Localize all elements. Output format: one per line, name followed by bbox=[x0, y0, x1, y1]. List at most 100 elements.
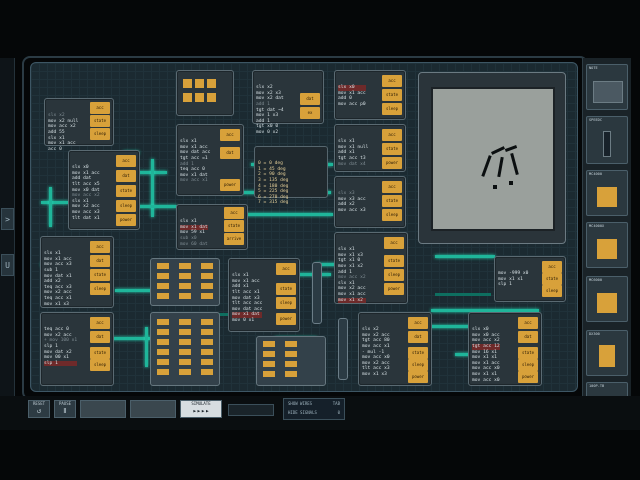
sidebar-item-note[interactable]: NOTE bbox=[586, 64, 628, 110]
left-rail-collapse-button[interactable]: U bbox=[1, 254, 14, 276]
microcontroller-node[interactable]: slx x1 mov x1 acc add x1 tlt acc x1 mov dat … bbox=[228, 258, 300, 332]
memory-cell bbox=[183, 79, 192, 88]
ram-cell bbox=[179, 293, 191, 299]
display-segment bbox=[481, 155, 492, 177]
node-code[interactable]: slx x1 mov x1 acc mov acc x3 sub 1 mov dat x… bbox=[44, 240, 72, 318]
microcontroller-node[interactable]: slx x2 mov x2 x3 mov x2 dat add 1 tgt dat ~4… bbox=[252, 70, 324, 135]
register-acc: acc bbox=[276, 263, 296, 275]
speed-slider[interactable] bbox=[228, 404, 274, 416]
lcd-display bbox=[431, 87, 555, 231]
register-sleep: sleep bbox=[90, 283, 110, 295]
chip-icon bbox=[597, 239, 617, 259]
register-sleep: sleep bbox=[116, 200, 136, 212]
microcontroller-node[interactable]: mov -999 x0 mov x1 x1 slp 1 acc state slee… bbox=[494, 256, 566, 302]
reset-button[interactable]: RESET ↺ bbox=[28, 400, 50, 418]
hide-signals-key[interactable]: 0 bbox=[338, 410, 340, 415]
node-code[interactable]: slx x1 mov x1 null add x1 tgt acc t3 mov dat… bbox=[338, 128, 368, 178]
sidebar-item-mc4000[interactable]: MC4000 bbox=[586, 170, 628, 216]
register-sleep: sleep bbox=[90, 128, 110, 140]
rom-node[interactable] bbox=[150, 312, 220, 386]
register-ex: ex bbox=[300, 107, 320, 119]
step-button[interactable] bbox=[80, 400, 126, 418]
sidebar-item-label: MC4000 bbox=[589, 172, 602, 176]
bus-slider[interactable] bbox=[312, 262, 322, 324]
register-power: power bbox=[276, 313, 296, 325]
rom-cell bbox=[201, 339, 213, 345]
node-code[interactable]: slx x2 mov x2 acc tgt acc 80 mov acc x1- mu… bbox=[362, 316, 390, 389]
reset-icon: ↺ bbox=[36, 407, 42, 415]
rom-cell bbox=[201, 359, 213, 365]
memory-cell bbox=[207, 79, 216, 88]
microcontroller-node[interactable]: teq acc 0 mov x2 acc + mov 100 x1 slp 1 mov … bbox=[40, 312, 114, 386]
node-code[interactable]: slx x1 mov x1 dat mov 59 x1 sub x0 mov 60 da… bbox=[180, 208, 208, 258]
memory-node[interactable] bbox=[176, 70, 234, 116]
node-code[interactable]: slx x1 mov x1 acc mov dat acc tgt acc =1 add… bbox=[180, 128, 210, 195]
microcontroller-node[interactable]: slx x1 mov x1 dat mov 59 x1 sub x0 mov 60 da… bbox=[176, 204, 248, 250]
microcontroller-node[interactable]: slx x0 mov x1 acc add 0 mov acc p0 acc stat… bbox=[334, 70, 406, 120]
show-wires-key[interactable]: TAB bbox=[333, 401, 340, 406]
microcontroller-node[interactable]: slx x0 mov x1 acc add dat tlt acc x5 mov x0 … bbox=[68, 150, 140, 230]
register-dat: dat bbox=[116, 170, 136, 182]
register-acc: acc bbox=[90, 317, 110, 329]
pause-icon: Ⅱ bbox=[63, 407, 67, 415]
microcontroller-node[interactable]: slx x3 mov x3 acc add x2 mov acc x3 acc sta… bbox=[334, 176, 406, 228]
wire bbox=[145, 327, 148, 367]
register-power: power bbox=[220, 179, 240, 191]
node-code[interactable]: mov -999 x0 mov x1 x1 slp 1 bbox=[498, 260, 528, 299]
node-code[interactable]: slx x1 mov x1 x3 tgt x1 0 mov x1 x2 add 1 mov… bbox=[338, 236, 366, 314]
sidebar-item-dx300[interactable]: DX300 bbox=[586, 330, 628, 376]
microcontroller-node[interactable]: slx x2 mov x2 acc tgt acc 80 mov acc x1- mu… bbox=[358, 312, 432, 386]
microcontroller-node[interactable]: slx x1 mov x1 x3 tgt x1 0 mov x1 x2 add 1 mov… bbox=[334, 232, 408, 304]
ram-node[interactable] bbox=[150, 258, 220, 306]
slider-icon bbox=[603, 131, 611, 157]
simulate-button[interactable]: SIMULATE ▸▸▸▸ bbox=[180, 400, 222, 418]
rom-cell bbox=[179, 339, 191, 345]
rom-cell bbox=[263, 361, 275, 367]
register-state: state bbox=[542, 273, 562, 285]
sidebar-item-mc6000[interactable]: MC6000 bbox=[586, 276, 628, 322]
register-power: power bbox=[116, 214, 136, 226]
bus-slider[interactable] bbox=[338, 318, 348, 380]
register-acc: acc bbox=[384, 237, 404, 249]
wire bbox=[435, 255, 495, 258]
rom-node[interactable] bbox=[256, 336, 326, 386]
microcontroller-node[interactable]: slx x1 mov x1 acc mov acc x3 sub 1 mov dat x… bbox=[40, 236, 114, 308]
node-code[interactable]: slx x1 mov x1 acc add x1 tlt acc x1 mov dat … bbox=[232, 262, 263, 335]
register-dat: dat bbox=[90, 255, 110, 267]
microcontroller-node[interactable]: slx x1 mov x1 acc mov dat acc tgt acc =1 add… bbox=[176, 124, 244, 196]
ram-cell bbox=[179, 283, 191, 289]
run-button[interactable] bbox=[130, 400, 176, 418]
register-sleep: sleep bbox=[408, 359, 428, 371]
memory-cell bbox=[207, 93, 216, 102]
display-segment bbox=[491, 146, 505, 155]
microcontroller-node[interactable]: slx x0 mov x0 acc mov acc x2 tgt acc 12 mov … bbox=[468, 312, 542, 386]
register-acc: acc bbox=[220, 129, 240, 141]
microcontroller-node[interactable]: slx x1 mov x1 null add x1 tgt acc t3 mov dat… bbox=[334, 124, 406, 172]
node-code[interactable]: slx x0 mov x0 acc mov acc x2 tgt acc 12 mov … bbox=[472, 316, 500, 394]
sidebar-item-speedc[interactable]: SPEEDC bbox=[586, 116, 628, 164]
register-power: power bbox=[518, 371, 538, 383]
register-acc: acc bbox=[90, 102, 110, 114]
pause-button[interactable]: PAUSE Ⅱ bbox=[54, 400, 76, 418]
lookup-table[interactable]: 0 = 0 deg 1 = 45 deg 2 = 90 deg 3 = 135 deg… bbox=[254, 146, 328, 205]
node-code[interactable]: slx x3 mov x3 acc add x2 mov acc x3 bbox=[338, 180, 366, 225]
register-state: state bbox=[224, 220, 244, 232]
node-code[interactable]: slx x0 mov x1 acc add 0 mov acc p0 bbox=[338, 74, 366, 119]
register-state: state bbox=[518, 347, 538, 359]
left-rail-expand-button[interactable]: > bbox=[1, 208, 14, 230]
rom-cell bbox=[285, 371, 297, 377]
node-code[interactable]: slx x0 mov x1 acc add dat tlt acc x5 mov x0 … bbox=[72, 154, 100, 232]
sidebar-item-label: SPEEDC bbox=[589, 118, 602, 122]
node-code[interactable]: teq acc 0 mov x2 acc + mov 100 x1 slp 1 mov … bbox=[44, 316, 78, 378]
fast-forward-icon: ▸▸▸▸ bbox=[192, 407, 210, 415]
register-state: state bbox=[116, 185, 136, 197]
display-panel bbox=[418, 72, 566, 244]
microcontroller-node[interactable]: slx x2 mov x2 null mov acc x2 add 55 slx x1 m… bbox=[44, 98, 114, 152]
rom-cell bbox=[179, 349, 191, 355]
node-code[interactable]: slx x2 mov x2 x3 mov x2 dat add 1 tgt dat ~4… bbox=[256, 74, 284, 147]
sidebar-item-mc4000x[interactable]: MC4000X bbox=[586, 222, 628, 268]
register-acc: acc bbox=[382, 129, 402, 141]
register-acc: acc bbox=[542, 261, 562, 273]
register-sleep: sleep bbox=[276, 297, 296, 309]
game-window: > U slx x2 mov x2 null mov acc x2 add 55 slx… bbox=[0, 0, 640, 480]
